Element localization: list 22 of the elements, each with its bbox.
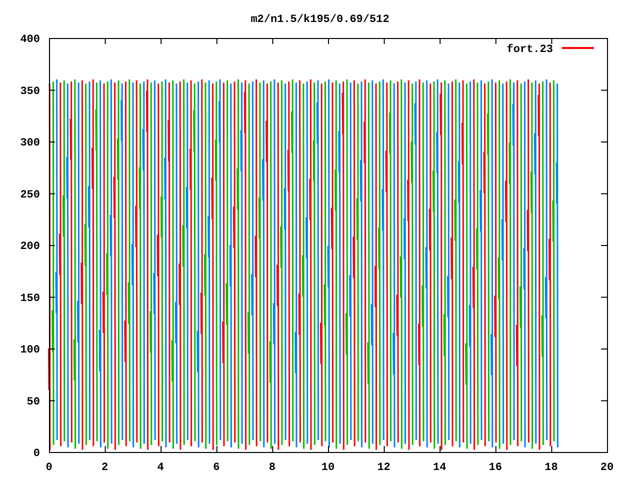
- axis-tick-label: 2: [102, 462, 108, 474]
- axis-tick-label: 10: [321, 462, 335, 474]
- axis-tick-label: 100: [20, 344, 40, 356]
- axis-tick-label: 12: [377, 462, 390, 474]
- axis-tick-label: 20: [600, 462, 614, 474]
- axis-tick-label: 350: [20, 86, 40, 98]
- axis-tick-label: 300: [20, 138, 40, 150]
- axis-tick-label: 400: [20, 34, 40, 46]
- plot-title: m2/n1.5/k195/0.69/512: [250, 14, 390, 26]
- axis-tick-label: 6: [213, 462, 220, 474]
- axis-tick-label: 150: [20, 292, 40, 305]
- axis-tick-label: 0: [46, 462, 52, 474]
- legend-label: fort.23: [506, 44, 553, 56]
- axis-tick-label: 50: [26, 396, 40, 408]
- axis-tick-label: 16: [488, 462, 502, 474]
- axis-tick-label: 0: [33, 448, 40, 460]
- axis-tick-label: 14: [433, 462, 446, 474]
- axis-tick-label: 250: [20, 189, 40, 202]
- axis-tick-label: 200: [20, 241, 40, 253]
- axis-tick-label: 4: [157, 462, 164, 474]
- axis-tick-label: 8: [268, 462, 276, 474]
- axis-tick-label: 18: [544, 462, 558, 474]
